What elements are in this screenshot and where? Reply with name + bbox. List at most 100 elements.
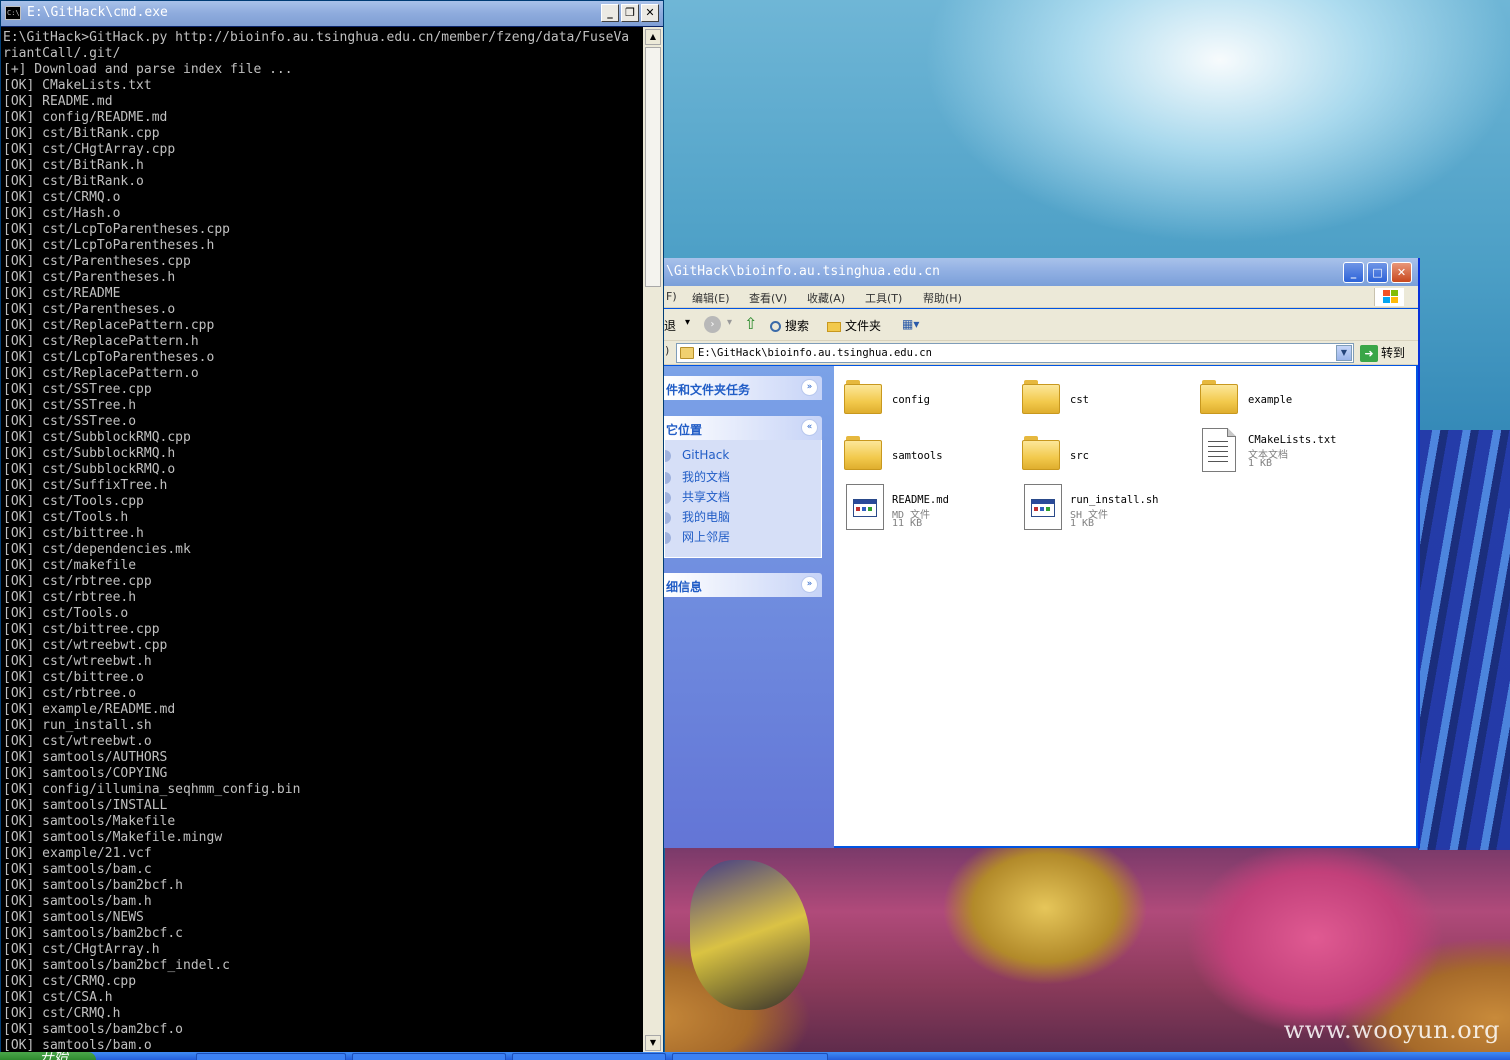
taskbar-item[interactable] [352,1053,506,1060]
up-folder-button[interactable]: ⇧ [744,314,757,333]
back-button[interactable]: 退 [664,317,676,334]
place-link-githack[interactable]: GitHack [665,448,729,462]
console-line: [OK] cst/makefile [3,558,137,573]
console-line: [OK] cst/CHgtArray.cpp [3,142,176,157]
console-line: [OK] cst/SubblockRMQ.o [3,462,176,477]
folders-button[interactable]: 文件夹 [827,317,881,334]
search-label: 搜索 [785,319,810,333]
go-button[interactable]: ➜ 转到 [1360,344,1405,362]
menu-help[interactable]: 帮助(H) [923,290,962,306]
other-places-header[interactable]: 它位置 « [664,416,822,440]
place-link-shared-documents[interactable]: 共享文档 [665,488,730,505]
console-line: [OK] cst/Hash.o [3,206,121,221]
file-size: 1 KB [1070,518,1095,529]
place-label: 我的电脑 [682,510,731,524]
taskbar-item[interactable] [196,1053,346,1060]
taskbar-item[interactable] [672,1053,828,1060]
place-label: 我的文档 [682,470,731,484]
menu-bar: F) 编辑(E) 查看(V) 收藏(A) 工具(T) 帮助(H) [664,286,1418,308]
scroll-down-arrow-icon[interactable]: ▼ [645,1035,661,1051]
file-name: cst [1070,394,1089,406]
vertical-scrollbar[interactable]: ▲ ▼ [643,27,663,1053]
file-cmakelists[interactable]: CMakeLists.txt 文本文档 1 KB [1194,426,1369,476]
folder-samtools[interactable]: samtools [838,430,1013,480]
collapse-icon[interactable]: « [801,419,818,436]
folder-icon [844,380,882,414]
folder-example[interactable]: example [1194,374,1369,424]
expand-icon[interactable]: » [801,379,818,396]
console-output[interactable]: E:\GitHack>GitHack.py http://bioinfo.au.… [1,27,643,1053]
console-line: riantCall/.git/ [3,46,121,61]
folders-label: 文件夹 [845,319,882,333]
folder-config[interactable]: config [838,374,1013,424]
restore-button[interactable]: ❐ [621,4,639,22]
console-line: [OK] cst/CSA.h [3,990,113,1005]
console-line: [OK] cst/Parentheses.h [3,270,176,285]
minimize-button[interactable]: _ [1343,262,1364,283]
place-link-my-computer[interactable]: 我的电脑 [665,508,731,525]
folder-cst[interactable]: cst [1016,374,1191,424]
console-text: E:\GitHack>GitHack.py http://bioinfo.au.… [1,27,643,1053]
menu-tools[interactable]: 工具(T) [865,290,902,306]
text-document-icon [1202,428,1236,472]
scroll-thumb[interactable] [645,47,661,287]
menu-file[interactable]: F) [666,290,677,303]
search-button[interactable]: 搜索 [770,317,809,334]
menu-view[interactable]: 查看(V) [749,290,787,306]
maximize-button[interactable]: □ [1367,262,1388,283]
details-header[interactable]: 细信息 » [664,573,822,597]
close-button[interactable]: ✕ [1391,262,1412,283]
cmd-app-icon[interactable]: C:\ [5,6,21,20]
back-dropdown-icon[interactable]: ▾ [685,317,690,328]
other-places-list: GitHack 我的文档 共享文档 我的电脑 网上邻居 [664,440,822,558]
folder-src[interactable]: src [1016,430,1191,480]
console-line: E:\GitHack>GitHack.py http://bioinfo.au.… [3,30,630,45]
console-line: [OK] cst/BitRank.cpp [3,126,160,141]
console-line: [OK] samtools/Makefile [3,814,176,829]
console-line: [OK] run_install.sh [3,718,152,733]
views-button[interactable]: ▦▾ [902,317,919,331]
scroll-up-arrow-icon[interactable]: ▲ [645,29,661,45]
explorer-window[interactable]: \GitHack\bioinfo.au.tsinghua.edu.cn _ □ … [664,258,1420,848]
file-size: 1 KB [1248,458,1273,469]
folder-icon [827,321,841,332]
file-readme[interactable]: README.md MD 文件 11 KB [838,482,1013,532]
panel-title: 细信息 [666,580,703,594]
console-line: [OK] cst/bittree.h [3,526,144,541]
console-line: [OK] cst/Parentheses.cpp [3,254,191,269]
console-line: [OK] cst/Tools.o [3,606,129,621]
forward-dropdown-icon[interactable]: ▾ [727,317,732,328]
menu-favorites[interactable]: 收藏(A) [807,290,845,306]
file-size: 11 KB [892,518,923,529]
cmd-window[interactable]: C:\ E:\GitHack\cmd.exe _ ❐ ✕ E:\GitHack>… [0,0,664,1053]
console-line: [OK] cst/SubblockRMQ.cpp [3,430,191,445]
console-line: [OK] cst/wtreebwt.cpp [3,638,168,653]
console-line: [OK] example/21.vcf [3,846,152,861]
console-line: [OK] cst/rbtree.cpp [3,574,152,589]
address-bar: ) E:\GitHack\bioinfo.au.tsinghua.edu.cn … [664,341,1418,365]
console-line: [OK] samtools/bam.h [3,894,152,909]
expand-icon[interactable]: » [801,576,818,593]
search-icon [770,321,781,332]
console-line: [OK] cst/Parentheses.o [3,302,176,317]
console-line: [OK] samtools/bam2bcf.o [3,1022,184,1037]
file-name: example [1248,394,1293,406]
file-folder-tasks-header[interactable]: 件和文件夹任务 » [664,376,822,400]
explorer-titlebar[interactable]: \GitHack\bioinfo.au.tsinghua.edu.cn _ □ … [664,258,1418,286]
menu-edit[interactable]: 编辑(E) [692,290,730,306]
file-run-install[interactable]: run_install.sh SH 文件 1 KB [1016,482,1191,532]
forward-button[interactable]: › [704,316,721,333]
minimize-button[interactable]: _ [601,4,619,22]
documents-icon [665,471,671,484]
shared-folder-icon [665,491,671,504]
cmd-titlebar[interactable]: C:\ E:\GitHack\cmd.exe _ ❐ ✕ [1,1,663,26]
chevron-down-icon[interactable]: ▼ [1336,345,1352,361]
taskbar-item[interactable] [512,1053,666,1060]
start-button[interactable]: 开始 [0,1052,96,1060]
close-button[interactable]: ✕ [641,4,659,22]
file-list[interactable]: config cst example samtools src CMakeLis… [834,366,1416,846]
console-line: [OK] samtools/bam.o [3,1038,152,1053]
place-link-my-documents[interactable]: 我的文档 [665,468,731,485]
place-link-network[interactable]: 网上邻居 [665,528,730,545]
address-input[interactable]: E:\GitHack\bioinfo.au.tsinghua.edu.cn ▼ [676,343,1354,363]
